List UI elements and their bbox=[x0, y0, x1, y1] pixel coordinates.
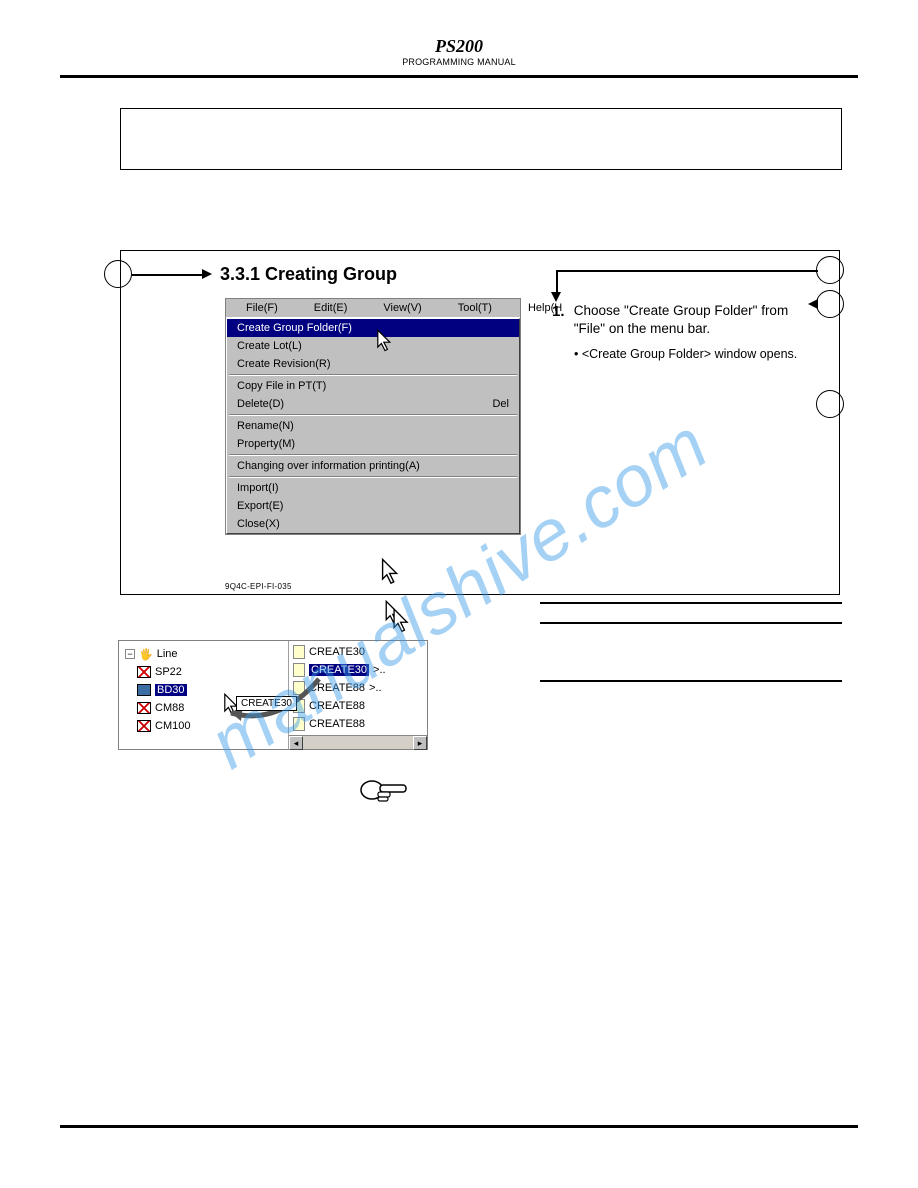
menu-separator bbox=[229, 476, 517, 478]
menu-create-revision[interactable]: Create Revision(R) bbox=[227, 355, 519, 373]
machine-icon bbox=[137, 666, 151, 678]
list-item[interactable]: CREATE30 bbox=[291, 643, 425, 661]
page-header: PS200 PROGRAMMING MANUAL bbox=[0, 0, 918, 67]
rule bbox=[540, 680, 842, 682]
figure-reference: 9Q4C-EPI-FI-035 bbox=[225, 582, 292, 591]
drag-tooltip: CREATE30 bbox=[236, 696, 297, 711]
doc-model: PS200 bbox=[0, 36, 918, 57]
file-menu-screenshot: File(F) Edit(E) View(V) Tool(T) Help(H C… bbox=[225, 298, 521, 535]
menubar-edit[interactable]: Edit(E) bbox=[296, 301, 366, 315]
menu-separator bbox=[229, 454, 517, 456]
menubar-file[interactable]: File(F) bbox=[228, 301, 296, 315]
menu-separator bbox=[229, 374, 517, 376]
menu-copy-file-in-pt[interactable]: Copy File in PT(T) bbox=[227, 377, 519, 395]
menu-rename[interactable]: Rename(N) bbox=[227, 417, 519, 435]
tree-root[interactable]: − 🖐 Line bbox=[125, 645, 286, 663]
cursor-icon bbox=[384, 600, 412, 639]
step-number: 1. bbox=[552, 302, 570, 322]
menu-separator bbox=[229, 414, 517, 416]
rule bbox=[540, 602, 842, 604]
doc-icon bbox=[293, 645, 305, 659]
step-text: Choose "Create Group Folder" from "File"… bbox=[574, 302, 810, 338]
file-menu-dropdown: Create Group Folder(F) Create Lot(L) Cre… bbox=[226, 318, 520, 534]
machine-icon bbox=[137, 702, 151, 714]
step-sub-bullet: • <Create Group Folder> window opens. bbox=[574, 346, 822, 363]
menu-close[interactable]: Close(X) bbox=[227, 515, 519, 533]
step-column: 1. Choose "Create Group Folder" from "Fi… bbox=[552, 302, 822, 363]
menu-create-group-folder[interactable]: Create Group Folder(F) bbox=[227, 319, 519, 337]
tree-screenshot: − 🖐 Line SP22 BD30 CM88 CM100 CREATE30 C… bbox=[118, 640, 428, 750]
tree-collapse-icon[interactable]: − bbox=[125, 649, 135, 659]
footer-rule bbox=[60, 1125, 858, 1128]
pointing-hand-icon bbox=[360, 772, 410, 809]
horizontal-scrollbar[interactable]: ◂ ▸ bbox=[289, 735, 427, 749]
menu-changing-over-info-printing[interactable]: Changing over information printing(A) bbox=[227, 457, 519, 475]
rule bbox=[540, 622, 842, 624]
section-title-box bbox=[120, 108, 842, 170]
menu-export[interactable]: Export(E) bbox=[227, 497, 519, 515]
section-heading: 3.3.1 Creating Group bbox=[220, 264, 397, 285]
machine-icon bbox=[137, 684, 151, 696]
menu-import[interactable]: Import(I) bbox=[227, 479, 519, 497]
menu-delete[interactable]: Delete(D) Del bbox=[227, 395, 519, 413]
menubar-view[interactable]: View(V) bbox=[365, 301, 439, 315]
header-rule bbox=[60, 75, 858, 78]
scroll-left-button[interactable]: ◂ bbox=[289, 736, 303, 750]
scroll-right-button[interactable]: ▸ bbox=[413, 736, 427, 750]
machine-icon bbox=[137, 720, 151, 732]
menubar-tool[interactable]: Tool(T) bbox=[440, 301, 510, 315]
cursor-icon bbox=[380, 558, 402, 591]
doc-subtitle: PROGRAMMING MANUAL bbox=[0, 57, 918, 67]
menubar: File(F) Edit(E) View(V) Tool(T) Help(H bbox=[226, 299, 520, 318]
menu-create-lot[interactable]: Create Lot(L) bbox=[227, 337, 519, 355]
menu-property[interactable]: Property(M) bbox=[227, 435, 519, 453]
